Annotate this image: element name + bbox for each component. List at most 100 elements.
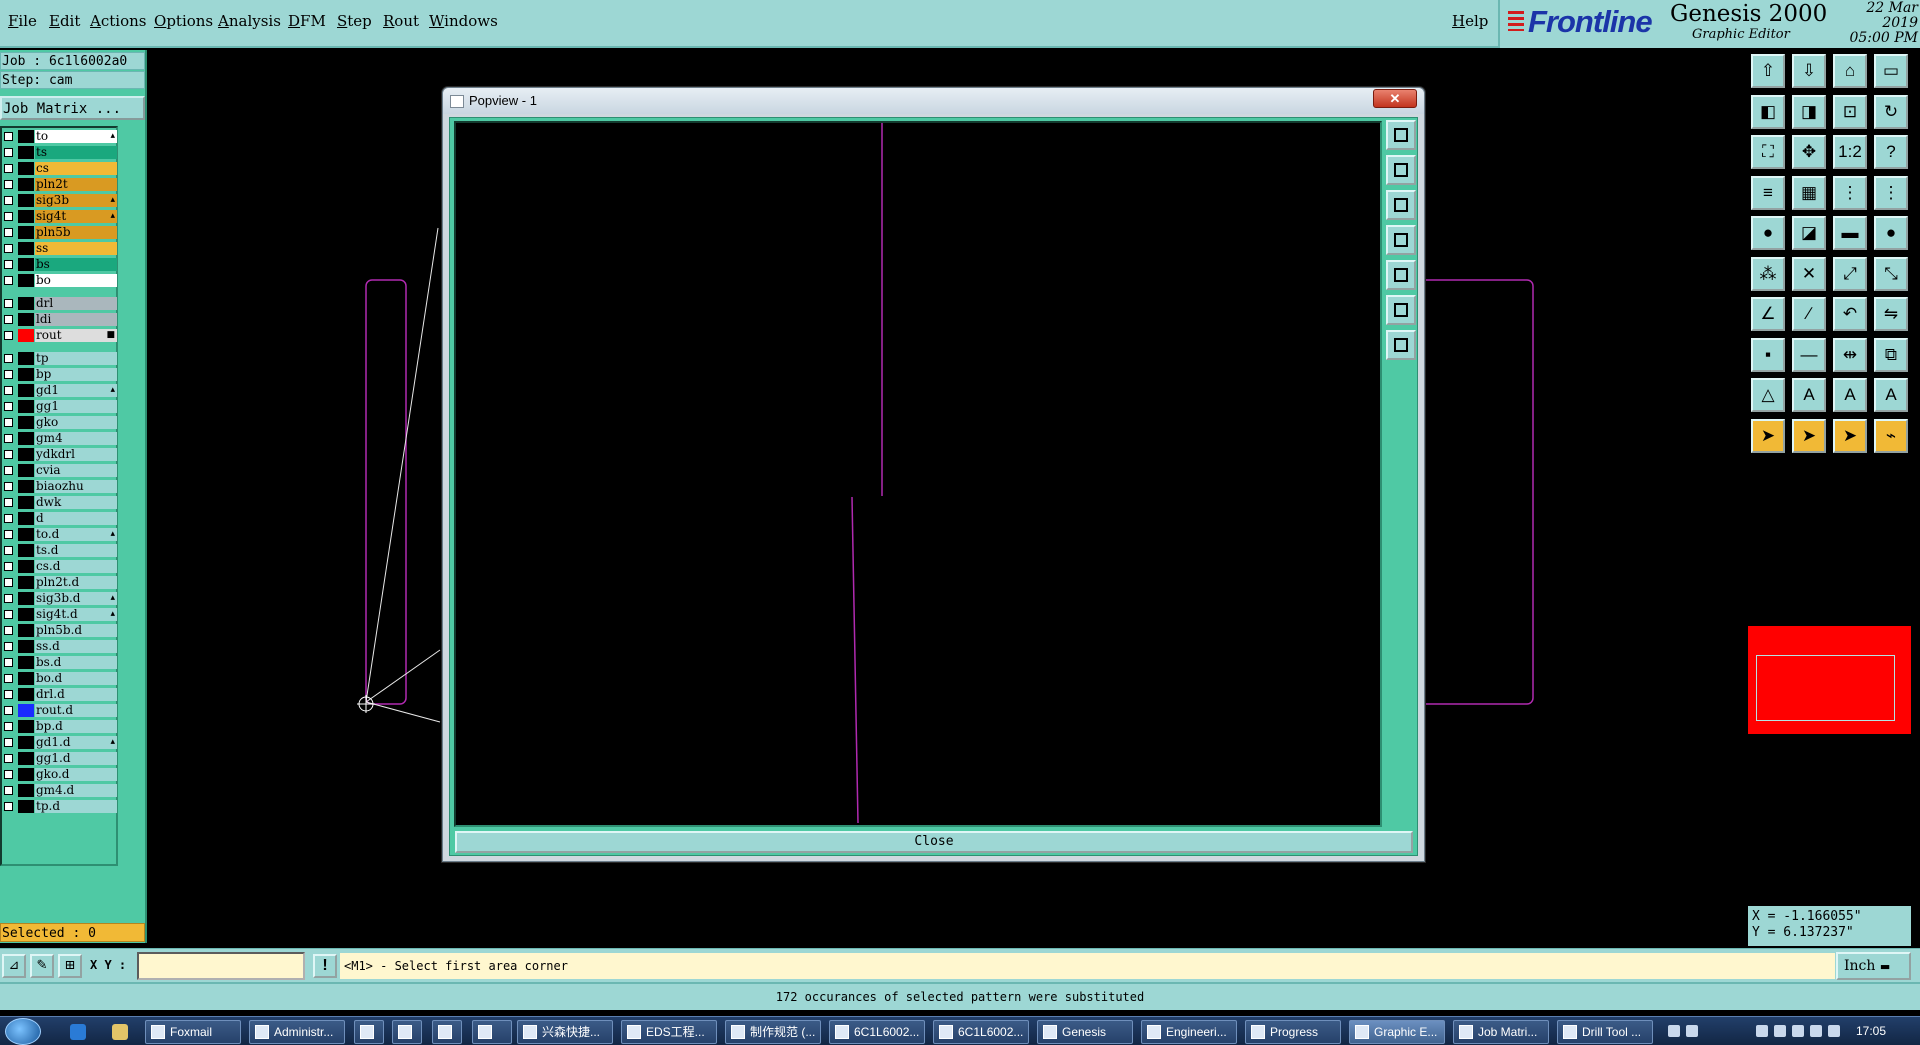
copy-icon[interactable]: ⤡ [1874,256,1908,291]
layer-name[interactable]: gg1.d [35,752,117,765]
menu-edit[interactable]: Edit [49,12,80,30]
layer-row[interactable]: bp.d [2,720,118,733]
layer-name[interactable]: biaozhu [35,480,117,493]
layer-row[interactable]: ss.d [2,640,118,653]
snap-icon[interactable]: ⋮ [1833,175,1867,210]
layer-color-swatch[interactable] [18,560,34,573]
exclamation-button[interactable]: ! [313,954,337,978]
measure-icon[interactable]: ≡ [1751,175,1785,210]
layer-checkbox[interactable] [4,354,13,363]
layer-row[interactable]: cs [2,162,118,175]
layer-color-swatch[interactable] [18,688,34,701]
layer-color-swatch[interactable] [18,313,34,326]
layer-name[interactable]: ydkdrl [35,448,117,461]
layer-color-swatch[interactable] [18,432,34,445]
layer-color-swatch[interactable] [18,720,34,733]
layer-name[interactable]: bs.d [35,656,117,669]
home-icon[interactable]: ⌂ [1833,54,1867,88]
layer-name[interactable]: ss [35,242,117,255]
select-alt-icon[interactable]: ➤ [1833,418,1867,453]
layer-name[interactable]: drl.d [35,688,117,701]
menu-rout[interactable]: Rout [383,12,419,30]
layer-row[interactable]: pln5b [2,226,118,239]
layer-checkbox[interactable] [4,212,13,221]
text-a2-icon[interactable]: A [1833,378,1867,412]
layer-row[interactable]: dwk [2,496,118,509]
explorer-icon[interactable] [112,1024,128,1040]
layer-color-swatch[interactable] [18,512,34,525]
layer-checkbox[interactable] [4,386,13,395]
pv-fit-icon[interactable] [1386,295,1416,325]
layer-name[interactable]: sig3b ▴ [35,194,117,207]
layer-name[interactable]: gd1.d ▴ [35,736,117,749]
layer-row[interactable]: drl [2,297,118,310]
layer-name[interactable]: cs.d [35,560,117,573]
pad-icon[interactable]: ● [1751,216,1785,250]
layer-row[interactable]: ldi [2,313,118,326]
layer-row[interactable]: gko [2,416,118,429]
layer-color-swatch[interactable] [18,704,34,717]
menu-file[interactable]: File [8,12,37,30]
pv-layer-up-icon[interactable] [1386,155,1416,185]
layer-name[interactable]: sig4t.d ▴ [35,608,117,621]
layer-row[interactable]: ts.d [2,544,118,557]
layer-name[interactable]: cs [35,162,117,175]
layer-row[interactable]: sig3b ▴ [2,194,118,207]
layer-checkbox[interactable] [4,228,13,237]
layer-checkbox[interactable] [4,402,13,411]
layer-name[interactable]: gm4.d [35,784,117,797]
layer-color-swatch[interactable] [18,130,34,143]
layer-name[interactable]: gm4 [35,432,117,445]
text-a-icon[interactable]: A [1792,378,1826,412]
layer-row[interactable]: ydkdrl [2,448,118,461]
layer-color-swatch[interactable] [18,608,34,621]
mirror-icon[interactable]: ⇋ [1874,297,1908,331]
layer-color-swatch[interactable] [18,258,34,271]
pv-center-icon[interactable] [1386,330,1416,360]
layer-row[interactable]: gg1.d [2,752,118,765]
layer-row[interactable]: pln2t [2,178,118,191]
layer-checkbox[interactable] [4,578,13,587]
layer-color-swatch[interactable] [18,226,34,239]
layer-checkbox[interactable] [4,434,13,443]
taskbar-item[interactable]: Administr... [249,1020,345,1044]
layer-checkbox[interactable] [4,562,13,571]
layer-checkbox[interactable] [4,626,13,635]
layer-color-swatch[interactable] [18,544,34,557]
layer-checkbox[interactable] [4,594,13,603]
pv-pan-right-icon[interactable] [1386,260,1416,290]
layer-color-swatch[interactable] [18,242,34,255]
pan-left-icon[interactable]: ◧ [1751,94,1785,129]
resize-icon[interactable]: ⇹ [1833,337,1867,372]
popview-titlebar[interactable]: Popview - 1 ✕ [443,88,1424,114]
layer-name[interactable]: ts [35,146,117,159]
layer-name[interactable]: tp [35,352,117,365]
layer-color-swatch[interactable] [18,162,34,175]
layer-color-swatch[interactable] [18,768,34,781]
zoom-center-icon[interactable]: ✥ [1792,135,1826,169]
layer-checkbox[interactable] [4,642,13,651]
layer-row[interactable]: gm4 [2,432,118,445]
layer-color-swatch[interactable] [18,329,34,342]
tray-shield-icon[interactable] [1756,1025,1768,1037]
layer-row[interactable]: rout ■ [2,329,118,342]
taskbar-item[interactable]: Job Matri... [1453,1020,1549,1044]
taskbar-item[interactable]: 制作规范 (... [725,1020,821,1044]
pointer-icon[interactable]: ➤ [1751,418,1785,453]
menu-step[interactable]: Step [337,12,372,30]
layer-row[interactable]: drl.d [2,688,118,701]
layer-color-swatch[interactable] [18,416,34,429]
layer-checkbox[interactable] [4,770,13,779]
tray-sync-icon[interactable] [1774,1025,1786,1037]
layer-row[interactable]: tp [2,352,118,365]
job-matrix-button[interactable]: Job Matrix ... [0,96,145,120]
layer-name[interactable]: tp.d [35,800,117,813]
taskbar-item[interactable] [354,1020,384,1044]
layer-name[interactable]: d [35,512,117,525]
layer-color-swatch[interactable] [18,368,34,381]
layer-checkbox[interactable] [4,244,13,253]
zoom-fit-icon[interactable]: ⛶ [1751,135,1785,169]
layer-name[interactable]: pln5b.d [35,624,117,637]
dot-icon[interactable]: ● [1874,216,1908,250]
layer-checkbox[interactable] [4,482,13,491]
